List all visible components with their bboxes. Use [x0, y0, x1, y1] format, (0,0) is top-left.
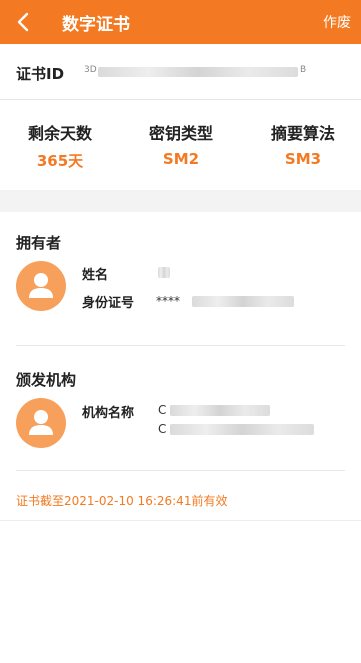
certificate-id-prefix: 3D — [84, 65, 97, 75]
certificate-id-label: 证书ID — [16, 65, 65, 83]
issuer-org-line2: C — [158, 422, 167, 436]
section-separator — [0, 190, 361, 212]
owner-id-value: **** — [156, 294, 180, 308]
owner-name-redacted — [158, 267, 170, 278]
owner-id-redacted — [192, 296, 294, 307]
issuer-avatar — [16, 398, 66, 448]
stat-remaining-days: 剩余天数 365天 — [5, 120, 115, 171]
revoke-button[interactable]: 作废 — [323, 12, 351, 32]
owner-avatar — [16, 261, 66, 311]
stat-label: 剩余天数 — [27, 124, 92, 143]
stat-value: 365天 — [36, 152, 84, 170]
certificate-id-row: 证书ID 3D B — [0, 44, 361, 100]
owner-name-label: 姓名 — [82, 268, 109, 283]
certificate-id-value: 3D B — [84, 65, 307, 78]
owner-section-title: 拥有者 — [16, 234, 62, 252]
page-title: 数字证书 — [62, 15, 130, 35]
stat-key-type: 密钥类型 SM2 — [126, 120, 236, 168]
stat-label: 密钥类型 — [148, 124, 213, 143]
divider — [0, 520, 361, 521]
back-arrow-icon[interactable] — [10, 8, 38, 36]
issuer-section-title: 颁发机构 — [16, 371, 77, 389]
person-icon — [29, 410, 53, 435]
stat-value: SM3 — [284, 150, 322, 168]
divider — [16, 470, 345, 471]
stat-digest-algorithm: 摘要算法 SM3 — [248, 120, 358, 168]
certificate-id-suffix: B — [300, 65, 307, 75]
stat-value: SM2 — [162, 150, 200, 168]
issuer-org-line2-redacted — [170, 424, 314, 435]
certificate-id-redacted — [98, 67, 298, 77]
owner-id-label: 身份证号 — [82, 296, 135, 311]
issuer-org-line1-redacted — [170, 405, 270, 416]
issuer-org-label: 机构名称 — [82, 406, 135, 421]
stat-label: 摘要算法 — [270, 124, 335, 143]
expiry-notice: 证书截至2021-02-10 16:26:41前有效 — [16, 494, 228, 508]
person-icon — [29, 273, 53, 298]
divider — [16, 345, 345, 346]
top-bar: 数字证书 作废 — [0, 0, 361, 44]
certificate-stats: 剩余天数 365天 密钥类型 SM2 摘要算法 SM3 — [0, 100, 361, 190]
issuer-org-line1: C — [158, 403, 167, 417]
